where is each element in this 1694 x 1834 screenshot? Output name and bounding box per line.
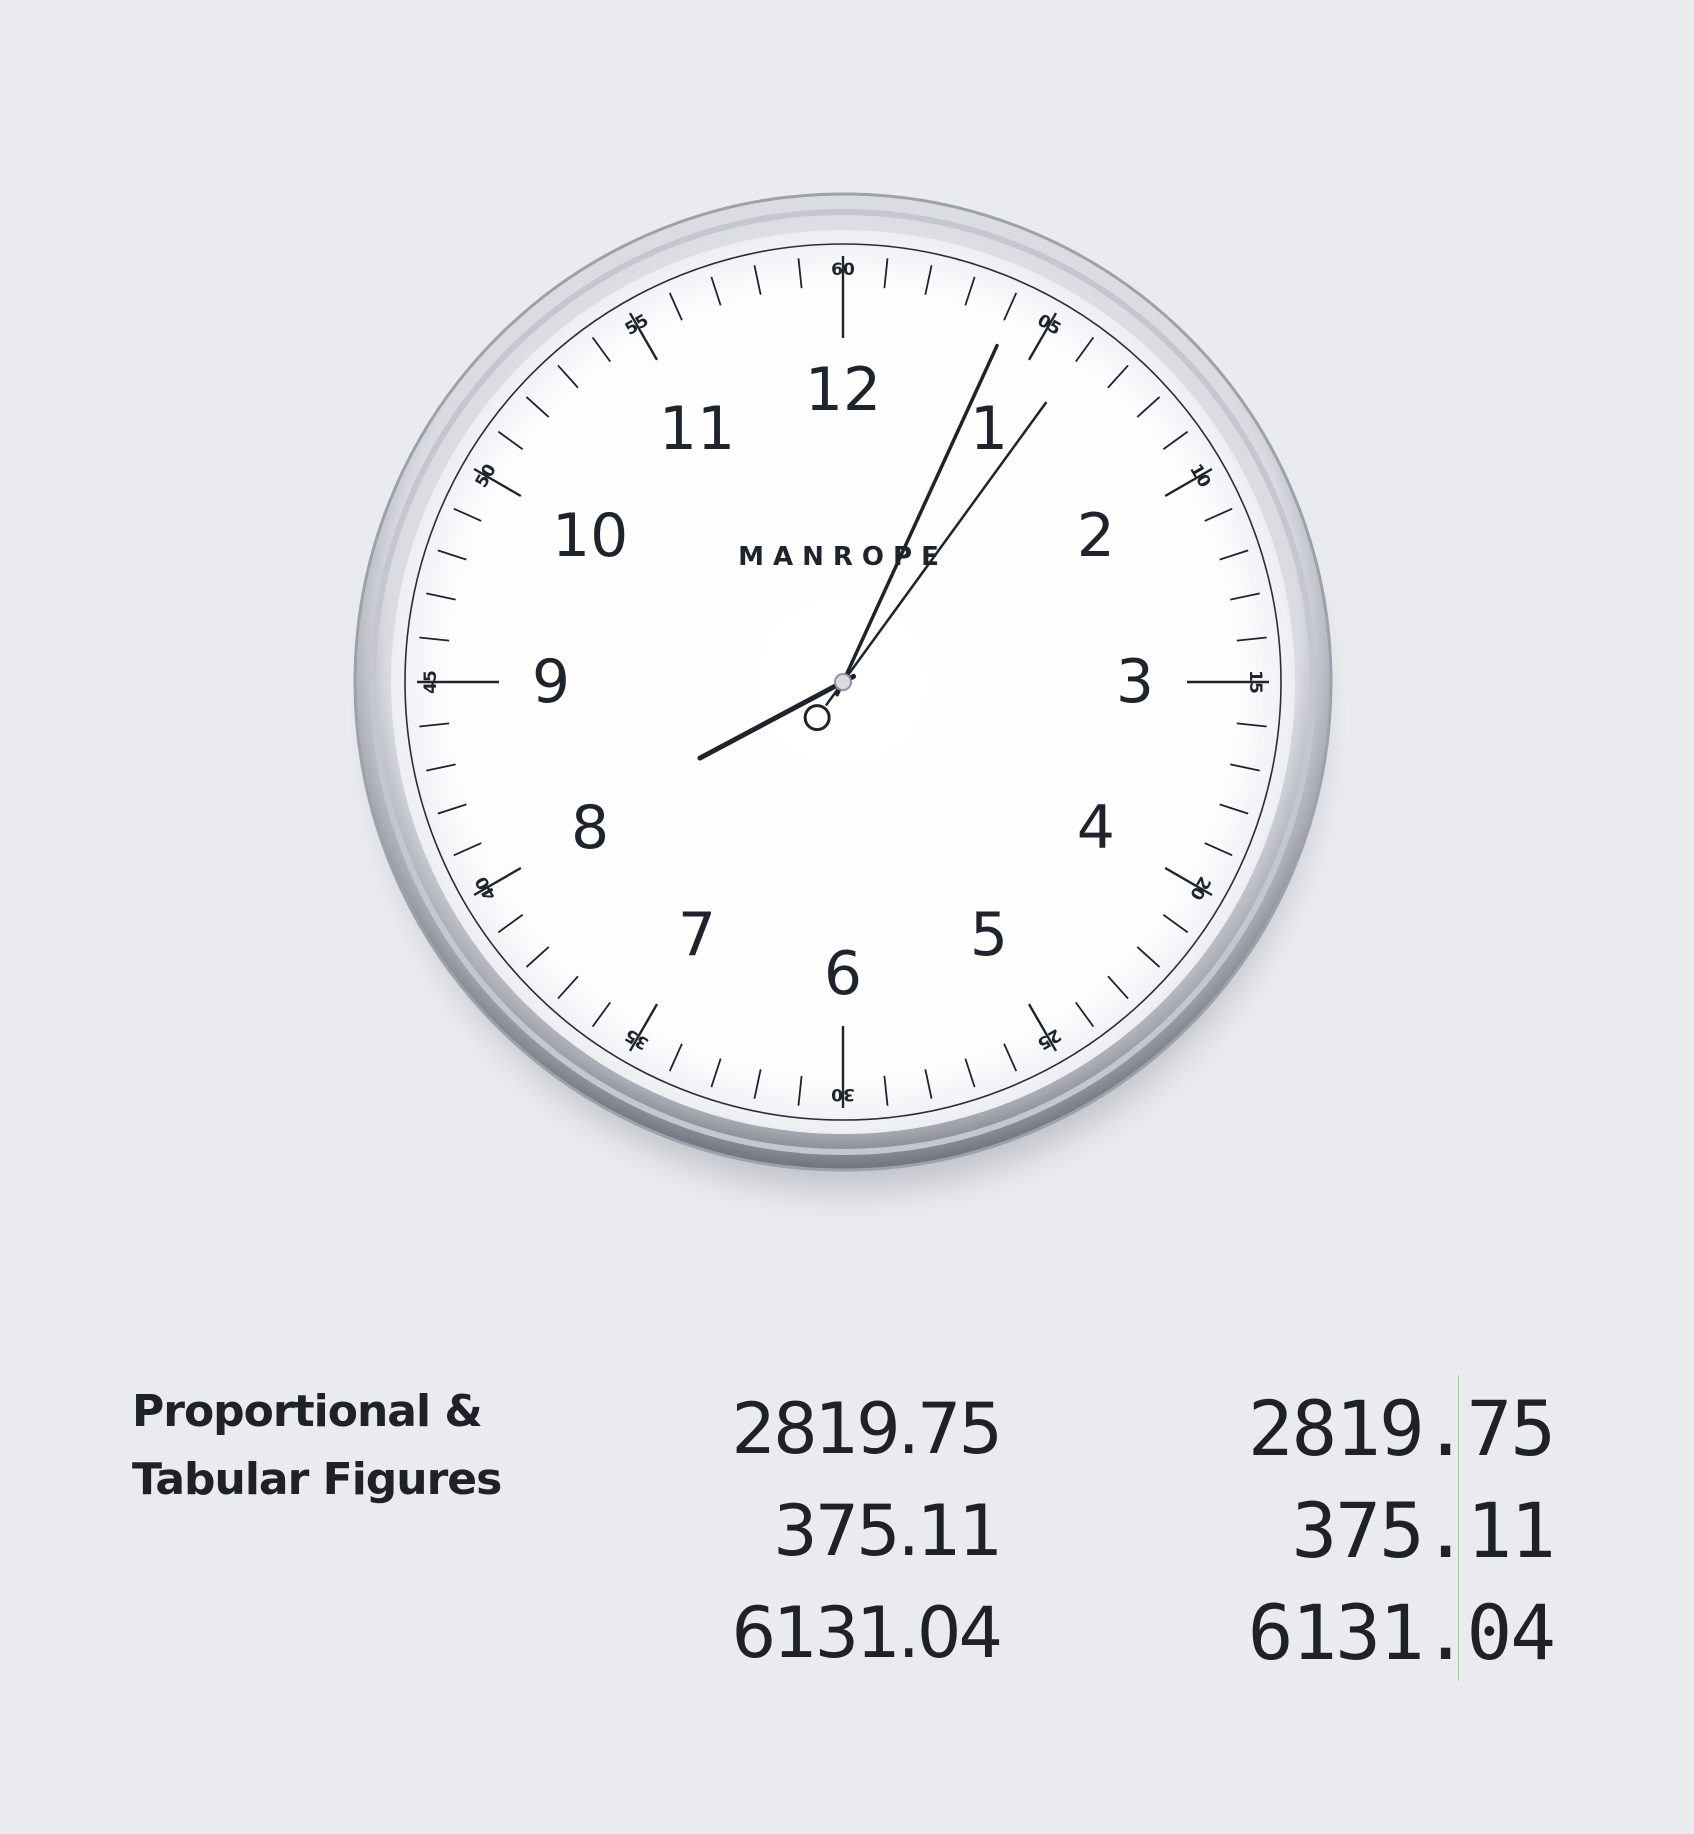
hour-numeral: 8 (571, 793, 609, 863)
hour-numeral: 3 (1116, 647, 1154, 717)
hour-numeral: 1 (970, 394, 1008, 464)
minute-label: 60 (831, 260, 855, 280)
hour-numeral: 12 (805, 355, 881, 425)
hour-numeral: 4 (1077, 793, 1115, 863)
hour-numeral: 10 (552, 501, 628, 571)
hour-numeral: 5 (970, 900, 1008, 970)
second-hand-counterweight (803, 704, 831, 732)
proportional-number: 375.11 (773, 1490, 1003, 1572)
tabular-number: 2819.75 (1247, 1384, 1556, 1473)
hour-numeral: 2 (1077, 501, 1115, 571)
tabular-figures: 2819.75 375.11 6131.04 (1247, 1378, 1556, 1684)
minute-label: 15 (1245, 670, 1265, 694)
hour-numeral: 9 (532, 647, 570, 717)
caption-line: Tabular Figures (132, 1454, 502, 1505)
figures-caption: Proportional & Tabular Figures (132, 1378, 502, 1514)
proportional-number: 2819.75 (731, 1388, 1003, 1470)
brand-logo: MANROPE (738, 542, 948, 572)
tabular-number: 6131.04 (1247, 1588, 1556, 1677)
minute-label: 30 (831, 1084, 855, 1104)
proportional-number: 6131.04 (731, 1592, 1003, 1674)
center-cap (834, 673, 852, 691)
hour-numeral: 7 (678, 900, 716, 970)
caption-line: Proportional & (132, 1386, 483, 1437)
tabular-number: 375.11 (1291, 1486, 1556, 1575)
minute-label: 45 (421, 670, 441, 694)
hour-numeral: 6 (824, 939, 862, 1009)
proportional-figures: 2819.75 375.11 6131.04 (731, 1378, 1003, 1684)
hour-numeral: 11 (659, 394, 735, 464)
